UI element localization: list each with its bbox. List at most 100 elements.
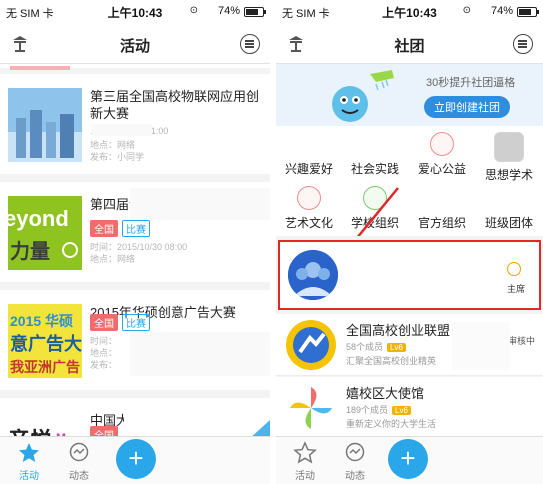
club-members: 189个成员 Lv6 [346,403,411,416]
activity-thumbnail-iot [8,88,82,162]
time-label: 时间： [90,242,118,252]
category-label: 艺术文化 [284,216,333,230]
tab-feed[interactable]: 动态 [54,441,104,482]
activity-thumbnail-asus: 2015 华硕 意广告大 我亚洲广告 [8,304,82,378]
location-label: 地点： [90,254,118,264]
activity-location: 地点：网络 [90,252,135,265]
category-grid: 兴趣爱好 社会实践 爱心公益 思想学术 艺术文化 学校组织 官方组织 班级团体 [276,126,543,252]
page-title: 社团 [394,38,425,55]
activity-thumbnail-creative: eyond 力量 [8,196,82,270]
class-icon [497,186,521,210]
chat-bubble-icon [69,442,89,462]
campus-icon[interactable] [10,34,30,54]
member-count: 189个成员 [346,405,389,415]
level-badge: Lv6 [387,343,406,352]
location-label: 地点： [90,140,118,150]
star-icon [19,443,39,462]
tab-activity[interactable]: 活动 [4,441,54,482]
activity-publisher: 发布： [90,360,118,370]
scope-badge: 全国 [90,220,118,237]
category-interest[interactable]: 兴趣爱好 [276,126,342,180]
art-icon [297,186,321,210]
practice-icon [363,132,387,156]
status-bar: 无 SIM 卡 上午10:43 ⊙ 74% [0,0,270,24]
member-count: 58个成员 [346,342,384,352]
tab-feed[interactable]: 动态 [330,441,380,482]
redacted-area [130,188,270,220]
page-title: 活动 [119,38,151,55]
activity-list[interactable]: 第三届全国高校物联网应用创新大赛 …2015/10/30 11:00 地点：网络… [0,64,270,436]
create-club-banner[interactable]: 30秒提升社团逼格 立即创建社团 [276,64,543,126]
rotation-lock-icon: ⊙ [189,5,198,16]
status-badge: 比赛 [122,220,150,237]
list-item[interactable]: eyond 力量 第四届创意大 全国 比赛 时间：2015/10/30 08:0… [0,182,270,282]
location-value: 网络 [117,140,136,150]
create-club-button[interactable]: 立即创建社团 [424,96,510,118]
club-avatar [286,320,336,370]
tab-bar: 活动 动态 + [0,436,270,484]
status-badge: 比赛 [122,314,150,331]
category-label: 爱心公益 [417,162,466,176]
tab-label: 活动 [295,471,315,482]
create-button[interactable]: + [388,439,428,479]
activity-screen: 无 SIM 卡 上午10:43 ⊙ 74% 活动 第三届全国高校物联网应用创新大… [0,0,270,484]
list-item[interactable]: 嬉校区大使馆 189个成员 Lv6 重新定义你的大学生活 [276,377,543,439]
category-label: 社会实践 [350,162,399,176]
banner-slogan: 30秒提升社团逼格 [426,77,516,89]
activity-tags: 全国 比赛 [90,314,150,331]
category-label: 兴趣爱好 [284,162,333,176]
scope-badge: 全国 [90,426,118,436]
svg-text:意广告大: 意广告大 [10,333,82,354]
interest-icon [297,132,321,156]
category-class[interactable]: 班级团体 [476,180,542,234]
category-practice[interactable]: 社会实践 [342,126,408,180]
clock: 上午10:43 [382,6,437,20]
club-description: 汇聚全国高校创业精英 [346,356,437,366]
category-label: 班级团体 [484,216,533,230]
svg-text:力量: 力量 [10,240,50,263]
tab-activity[interactable]: 活动 [280,441,330,482]
category-charity[interactable]: 爱心公益 [409,126,475,180]
list-item[interactable]: 2015 华硕 意广告大 我亚洲广告 2015年华硕创意广告大赛 全国 比赛 时… [0,290,270,390]
time-value: 2015/10/30 08:00 [117,242,188,252]
tab-bar: 活动 动态 + [276,436,543,484]
activity-publisher: 发布：小同学 [90,150,144,163]
publisher-value: 小同学 [117,152,145,162]
rotation-lock-icon: ⊙ [462,5,471,16]
battery-percent: 74% [490,5,513,17]
campus-icon[interactable] [286,34,306,54]
battery-icon [244,7,266,17]
category-official[interactable]: 官方组织 [409,180,475,234]
svg-text:eyond: eyond [8,206,69,231]
academic-icon [494,132,524,162]
category-art[interactable]: 艺术文化 [276,180,342,234]
nav-bar: 社团 [276,24,543,64]
activity-thumbnail-music: 音悦 M [8,412,82,436]
activity-tags: 全国 [90,426,118,436]
status-bar: 无 SIM 卡 上午10:43 ⊙ 74% [276,0,543,24]
star-icon [293,441,317,464]
club-name: 嬉校区大使馆 [346,386,425,401]
carrier-label: 无 SIM 卡 [6,8,54,20]
svg-text:我亚洲广告: 我亚洲广告 [10,359,80,375]
partial-tag [10,66,70,70]
create-button[interactable]: + [116,439,156,479]
menu-icon[interactable] [240,34,260,54]
nav-bar: 活动 [0,24,270,64]
scope-badge: 全国 [90,314,118,331]
chat-bubble-icon [345,442,365,462]
role-label: 主席 [506,284,525,294]
club-screen: 无 SIM 卡 上午10:43 ⊙ 74% 社团 30秒提升社团逼格 立即创建社… [276,0,543,484]
tab-label: 活动 [19,471,39,482]
category-academic[interactable]: 思想学术 [476,126,542,182]
svg-text:音悦: 音悦 [8,428,52,436]
menu-icon[interactable] [513,34,533,54]
my-club-highlighted[interactable]: 主席 [278,240,541,310]
level-badge: Lv6 [392,406,411,415]
list-item[interactable]: 第三届全国高校物联网应用创新大赛 …2015/10/30 11:00 地点：网络… [0,74,270,174]
mascot-icon [332,70,394,122]
heart-icon [430,132,454,156]
club-name: 全国高校创业联盟 [346,323,451,338]
tab-label: 动态 [345,471,365,482]
redacted-area [92,124,152,136]
